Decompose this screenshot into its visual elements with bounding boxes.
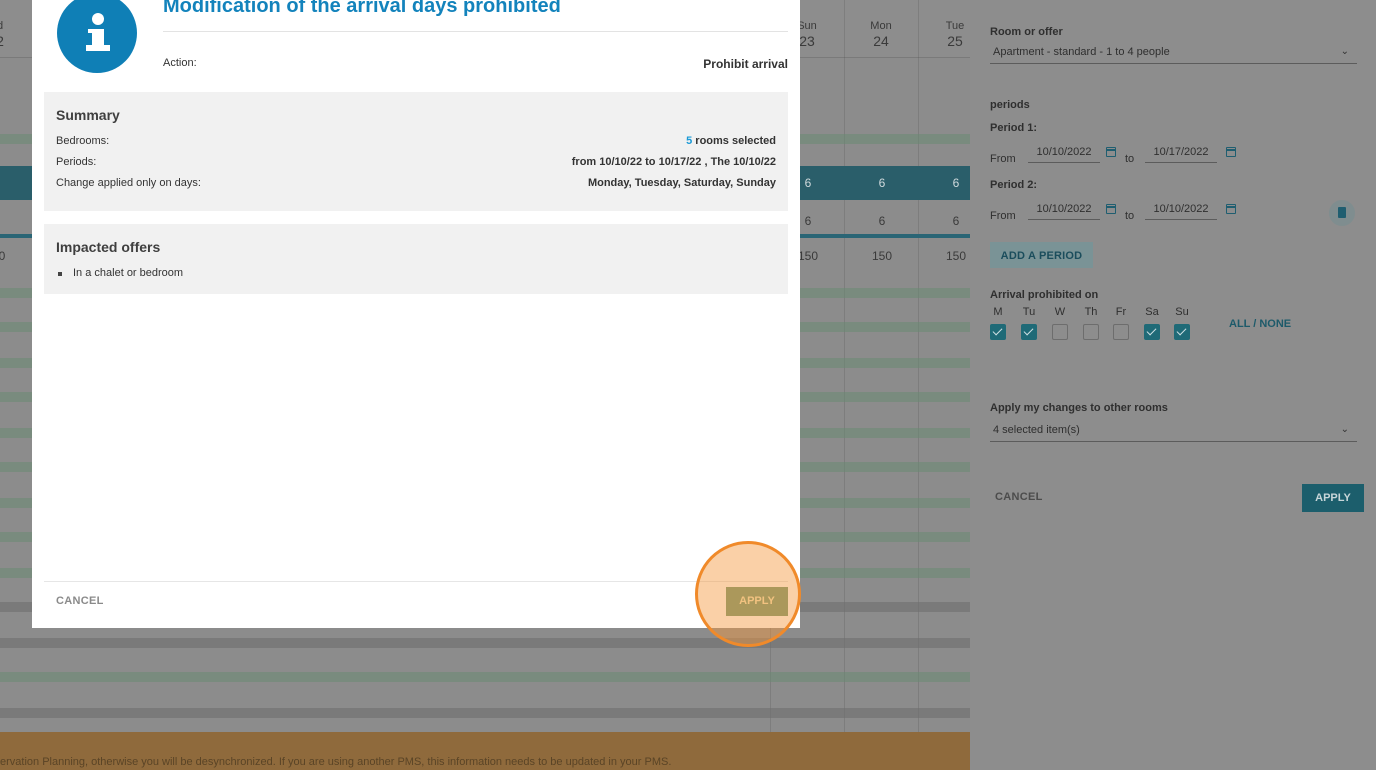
sync-warning-banner: ervation Planning, otherwise you will be… — [0, 732, 970, 770]
calendar-day-header: Mon 24 — [844, 20, 918, 49]
period-2-from-label: From — [990, 210, 1016, 222]
period-1-to-input[interactable]: 10/17/2022 — [1145, 141, 1217, 163]
calendar-icon[interactable] — [1106, 204, 1116, 214]
price-value: 0 — [0, 249, 6, 263]
day-name: Tue — [945, 20, 965, 32]
rooms-selected-text: rooms selected — [692, 135, 776, 147]
delete-period-button[interactable] — [1329, 200, 1355, 226]
divider — [44, 581, 788, 582]
period-1-label: Period 1: — [990, 122, 1038, 134]
checkbox-wednesday[interactable] — [1052, 324, 1068, 340]
period-2-to-label: to — [1125, 210, 1135, 222]
action-value: Prohibit arrival — [703, 57, 788, 71]
price-value: 150 — [871, 249, 893, 263]
apply-other-rooms-select[interactable]: 4 selected item(s) ⌄ — [990, 420, 1357, 442]
calendar-row — [0, 708, 970, 718]
day-label-sunday: Su — [1175, 306, 1189, 318]
period-1-from-input[interactable]: 10/10/2022 — [1028, 141, 1100, 163]
list-bullet — [58, 272, 62, 276]
confirmation-dialog: Modification of the arrival days prohibi… — [32, 0, 800, 628]
checkbox-monday[interactable] — [990, 324, 1006, 340]
grid-line — [918, 0, 919, 770]
add-period-button[interactable]: ADD A PERIOD — [990, 242, 1093, 268]
dialog-cancel-button[interactable]: CANCEL — [56, 595, 104, 607]
apply-other-rooms-label: Apply my changes to other rooms — [990, 402, 1168, 414]
room-or-offer-label: Room or offer — [990, 26, 1063, 38]
trash-icon — [1338, 207, 1346, 218]
modification-side-panel: Room or offer Apartment - standard - 1 t… — [970, 0, 1376, 770]
impacted-offer-item: In a chalet or bedroom — [73, 267, 184, 279]
period-2-label: Period 2: — [990, 179, 1038, 191]
calendar-row — [0, 672, 970, 682]
checkbox-sunday[interactable] — [1174, 324, 1190, 340]
arrival-prohibited-label: Arrival prohibited on — [990, 289, 1099, 301]
summary-bedrooms-value: 5 rooms selected — [686, 135, 776, 147]
day-label-wednesday: W — [1054, 306, 1066, 318]
row-value: 6 — [878, 214, 886, 228]
divider — [163, 31, 788, 32]
apply-other-rooms-value: 4 selected item(s) — [993, 424, 1080, 436]
summary-periods-label: Periods: — [56, 156, 97, 168]
room-or-offer-select[interactable]: Apartment - standard - 1 to 4 people ⌄ — [990, 42, 1357, 64]
grid-line — [844, 0, 845, 770]
checkbox-friday[interactable] — [1113, 324, 1129, 340]
periods-label: periods — [990, 99, 1030, 111]
sync-warning-text: ervation Planning, otherwise you will be… — [0, 756, 672, 768]
chevron-down-icon: ⌄ — [1340, 424, 1349, 435]
day-label-monday: M — [993, 306, 1003, 318]
all-none-toggle[interactable]: ALL / NONE — [1229, 318, 1291, 330]
checkbox-saturday[interactable] — [1144, 324, 1160, 340]
day-label-tuesday: Tu — [1022, 306, 1036, 318]
period-1-from-label: From — [990, 153, 1016, 165]
band-value: 6 — [878, 176, 886, 190]
checkbox-thursday[interactable] — [1083, 324, 1099, 340]
day-label-thursday: Th — [1084, 306, 1098, 318]
summary-panel: Summary Bedrooms: 5 rooms selected Perio… — [44, 92, 788, 211]
dialog-title: Modification of the arrival days prohibi… — [163, 0, 561, 17]
chevron-down-icon: ⌄ — [1340, 46, 1349, 57]
day-name: Mon — [870, 20, 892, 32]
action-label: Action: — [163, 57, 197, 69]
dialog-apply-button[interactable]: APPLY — [726, 587, 788, 616]
summary-days-label: Change applied only on days: — [56, 177, 201, 189]
info-icon — [57, 0, 137, 73]
panel-cancel-button[interactable]: CANCEL — [995, 491, 1043, 503]
period-2-from-input[interactable]: 10/10/2022 — [1028, 198, 1100, 220]
panel-apply-button[interactable]: APPLY — [1302, 484, 1364, 512]
checkbox-tuesday[interactable] — [1021, 324, 1037, 340]
period-1-to-label: to — [1125, 153, 1135, 165]
band-value: 6 — [952, 176, 960, 190]
price-value: 150 — [945, 249, 967, 263]
calendar-icon[interactable] — [1226, 204, 1236, 214]
summary-title: Summary — [56, 107, 120, 123]
row-value: 6 — [952, 214, 960, 228]
period-2-to-input[interactable]: 10/10/2022 — [1145, 198, 1217, 220]
summary-periods-value: from 10/10/22 to 10/17/22 , The 10/10/22 — [571, 156, 776, 168]
summary-bedrooms-label: Bedrooms: — [56, 135, 110, 147]
summary-days-value: Monday, Tuesday, Saturday, Sunday — [587, 177, 776, 189]
calendar-icon[interactable] — [1226, 147, 1236, 157]
day-label-friday: Fr — [1115, 306, 1127, 318]
calendar-day-header: Tue 25 — [918, 20, 970, 49]
day-date: 24 — [873, 33, 889, 49]
impacted-offers-panel: Impacted offers In a chalet or bedroom — [44, 224, 788, 294]
day-label-saturday: Sa — [1145, 306, 1159, 318]
impacted-offers-title: Impacted offers — [56, 239, 161, 255]
room-or-offer-value: Apartment - standard - 1 to 4 people — [993, 46, 1170, 58]
calendar-icon[interactable] — [1106, 147, 1116, 157]
calendar-row — [0, 638, 970, 648]
day-date: 25 — [947, 33, 963, 49]
